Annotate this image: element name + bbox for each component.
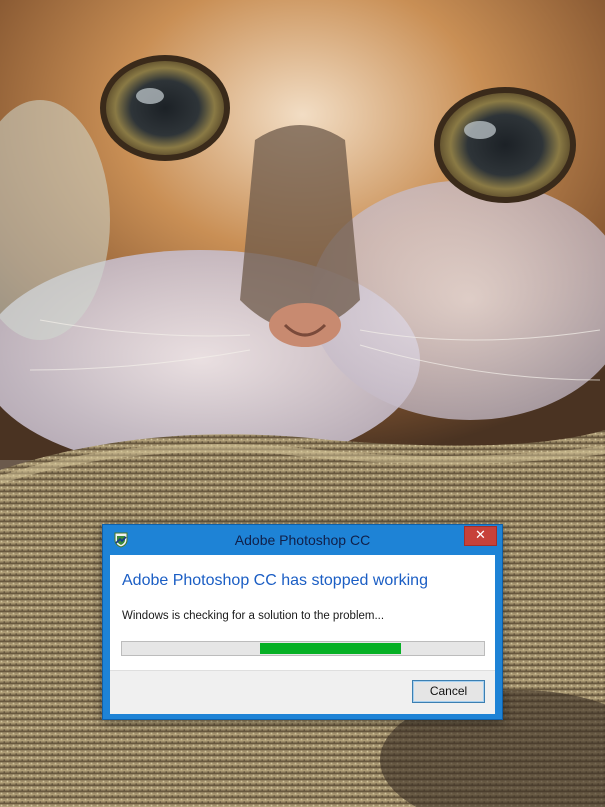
status-message: Windows is checking for a solution to th…	[122, 610, 385, 622]
dialog-footer: Cancel	[110, 670, 495, 714]
close-button[interactable]: ✕	[464, 526, 497, 546]
dialog-titlebar[interactable]: Adobe Photoshop CC ✕	[103, 525, 502, 555]
progress-bar	[121, 641, 485, 656]
dialog-title: Adobe Photoshop CC	[234, 532, 371, 548]
close-icon: ✕	[475, 528, 486, 543]
app-shield-icon	[112, 531, 130, 549]
dialog-content: Adobe Photoshop CC has stopped working W…	[110, 555, 495, 714]
cancel-button[interactable]: Cancel	[412, 680, 485, 703]
error-dialog: Adobe Photoshop CC ✕ Adobe Photoshop CC …	[102, 524, 503, 720]
error-heading: Adobe Photoshop CC has stopped working	[122, 572, 428, 589]
progress-bar-fill	[259, 643, 401, 654]
